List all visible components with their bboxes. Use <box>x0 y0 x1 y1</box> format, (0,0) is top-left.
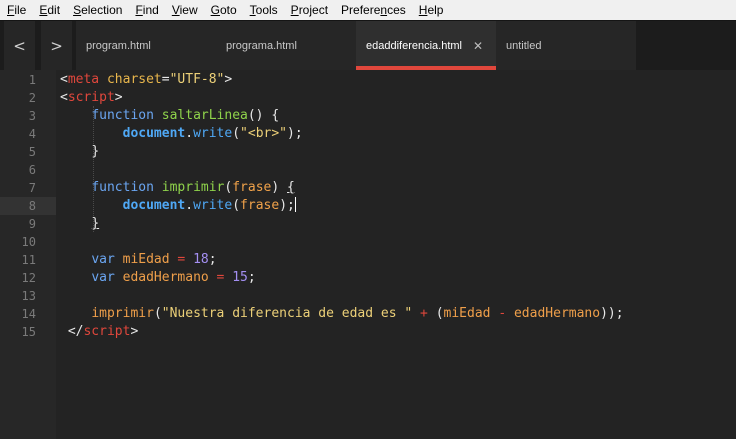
code-editor[interactable]: 1 2 3 4 5 6 7 8 9 10 11 12 13 14 15 <meta charset="UTF… <box>0 70 736 439</box>
code-line-text: var miEdad = 18; <box>91 252 217 267</box>
tab-label: program.html <box>86 39 151 52</box>
code-line-text: </script> <box>67 324 139 339</box>
line-number-gutter: 1 2 3 4 5 6 7 8 9 10 11 12 13 14 15 <box>0 70 56 439</box>
line-number: 13 <box>21 289 36 303</box>
tab-label: programa.html <box>226 39 297 52</box>
code-line[interactable]: document.write(frase); <box>56 197 736 215</box>
code-line[interactable]: var edadHermano = 15; <box>56 269 736 287</box>
tab-bar: < > program.html programa.html edaddifer… <box>0 20 736 70</box>
line-number: 9 <box>28 217 36 231</box>
code-line[interactable] <box>56 233 736 251</box>
code-line-text: document.write("<br>"); <box>122 126 303 141</box>
line-number: 1 <box>28 73 36 87</box>
tab-label: untitled <box>506 39 542 52</box>
code-line[interactable]: function saltarLinea() { <box>56 107 736 125</box>
line-number: 14 <box>21 307 36 321</box>
code-line-text: document.write(frase); <box>122 197 296 213</box>
menu-find[interactable]: Find <box>128 0 164 20</box>
code-line[interactable]: document.write("<br>"); <box>56 125 736 143</box>
line-number: 3 <box>28 109 36 123</box>
menu-selection[interactable]: Selection <box>66 0 128 20</box>
line-number: 15 <box>21 325 36 339</box>
code-line[interactable]: function imprimir(frase) { <box>56 179 736 197</box>
menu-project[interactable]: Project <box>284 0 334 20</box>
code-line[interactable]: } <box>56 215 736 233</box>
code-line[interactable]: imprimir("Nuestra diferencia de edad es … <box>56 305 736 323</box>
menu-view[interactable]: View <box>165 0 204 20</box>
code-line-text: } <box>91 144 100 159</box>
code-area[interactable]: <meta charset="UTF-8"> <script> function … <box>56 70 736 439</box>
menu-tools[interactable]: Tools <box>243 0 284 20</box>
menu-edit[interactable]: Edit <box>32 0 66 20</box>
chevron-right-icon: > <box>50 36 63 55</box>
code-line[interactable]: } <box>56 143 736 161</box>
code-line-text: var edadHermano = 15; <box>91 270 256 285</box>
line-number: 12 <box>21 271 36 285</box>
line-number: 2 <box>28 91 36 105</box>
line-number: 7 <box>28 181 36 195</box>
code-line[interactable]: </script> <box>56 323 736 341</box>
line-number: 11 <box>21 253 36 267</box>
text-cursor <box>294 197 296 212</box>
code-line[interactable] <box>56 287 736 305</box>
menu-bar: File Edit Selection Find View Goto Tools Projec… <box>0 0 736 20</box>
code-line-text: imprimir("Nuestra diferencia de edad es … <box>91 306 624 321</box>
chevron-left-icon: < <box>13 36 26 55</box>
menu-file[interactable]: File <box>0 0 32 20</box>
tab-edaddiferencia-html[interactable]: edaddiferencia.html ✕ <box>356 21 496 70</box>
tab-program-html[interactable]: program.html <box>76 21 216 70</box>
code-line-text: function saltarLinea() { <box>91 108 280 123</box>
code-line-text: function imprimir(frase) { <box>91 180 295 195</box>
back-button[interactable]: < <box>4 21 35 70</box>
tab-programa-html[interactable]: programa.html <box>216 21 356 70</box>
menu-help[interactable]: Help <box>412 0 450 20</box>
code-line-text: } <box>91 216 100 231</box>
code-line-text: <script> <box>60 90 123 105</box>
tab-untitled[interactable]: untitled <box>496 21 636 70</box>
menu-preferences[interactable]: Preferences <box>334 0 412 20</box>
code-line[interactable] <box>56 161 736 179</box>
line-number: 8 <box>28 199 36 213</box>
code-line[interactable]: <meta charset="UTF-8"> <box>56 71 736 89</box>
menu-goto[interactable]: Goto <box>204 0 243 20</box>
close-icon[interactable]: ✕ <box>473 39 483 53</box>
forward-button[interactable]: > <box>41 21 72 70</box>
line-number: 4 <box>28 127 36 141</box>
line-number: 5 <box>28 145 36 159</box>
tab-label: edaddiferencia.html <box>366 39 463 52</box>
code-line[interactable]: <script> <box>56 89 736 107</box>
code-line[interactable]: var miEdad = 18; <box>56 251 736 269</box>
tabs-strip: program.html programa.html edaddiferenci… <box>76 21 636 70</box>
line-number: 10 <box>21 235 36 249</box>
code-line-text: <meta charset="UTF-8"> <box>60 72 233 87</box>
line-number: 6 <box>28 163 36 177</box>
